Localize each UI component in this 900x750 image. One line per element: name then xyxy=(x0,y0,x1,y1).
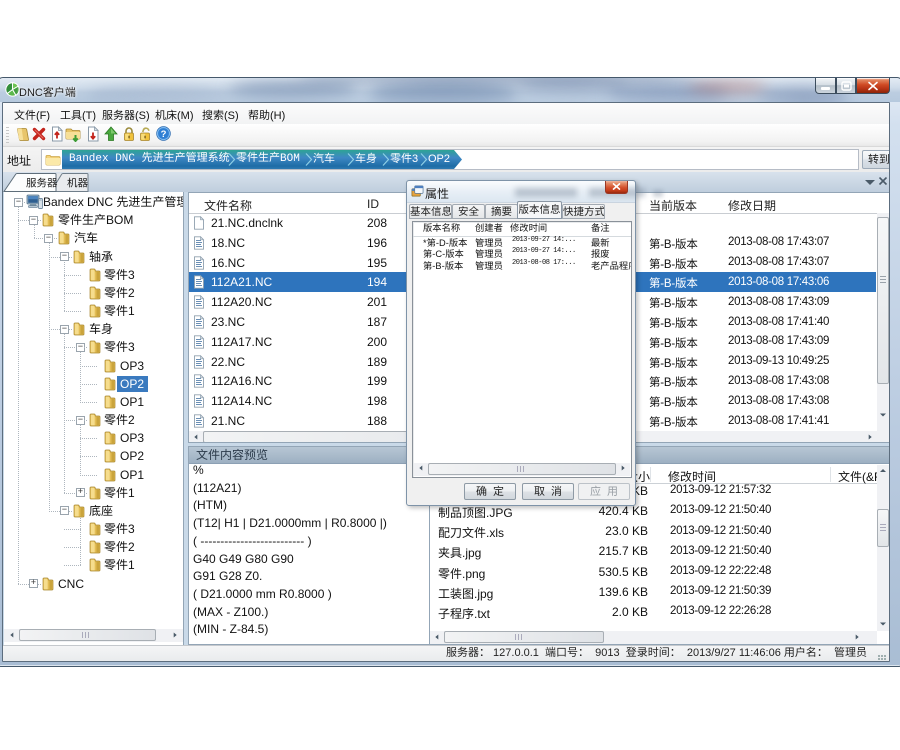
svg-text:机器: 机器 xyxy=(67,176,88,191)
svg-text:服务器: 服务器 xyxy=(26,176,58,191)
svg-text:?: ? xyxy=(161,129,167,140)
